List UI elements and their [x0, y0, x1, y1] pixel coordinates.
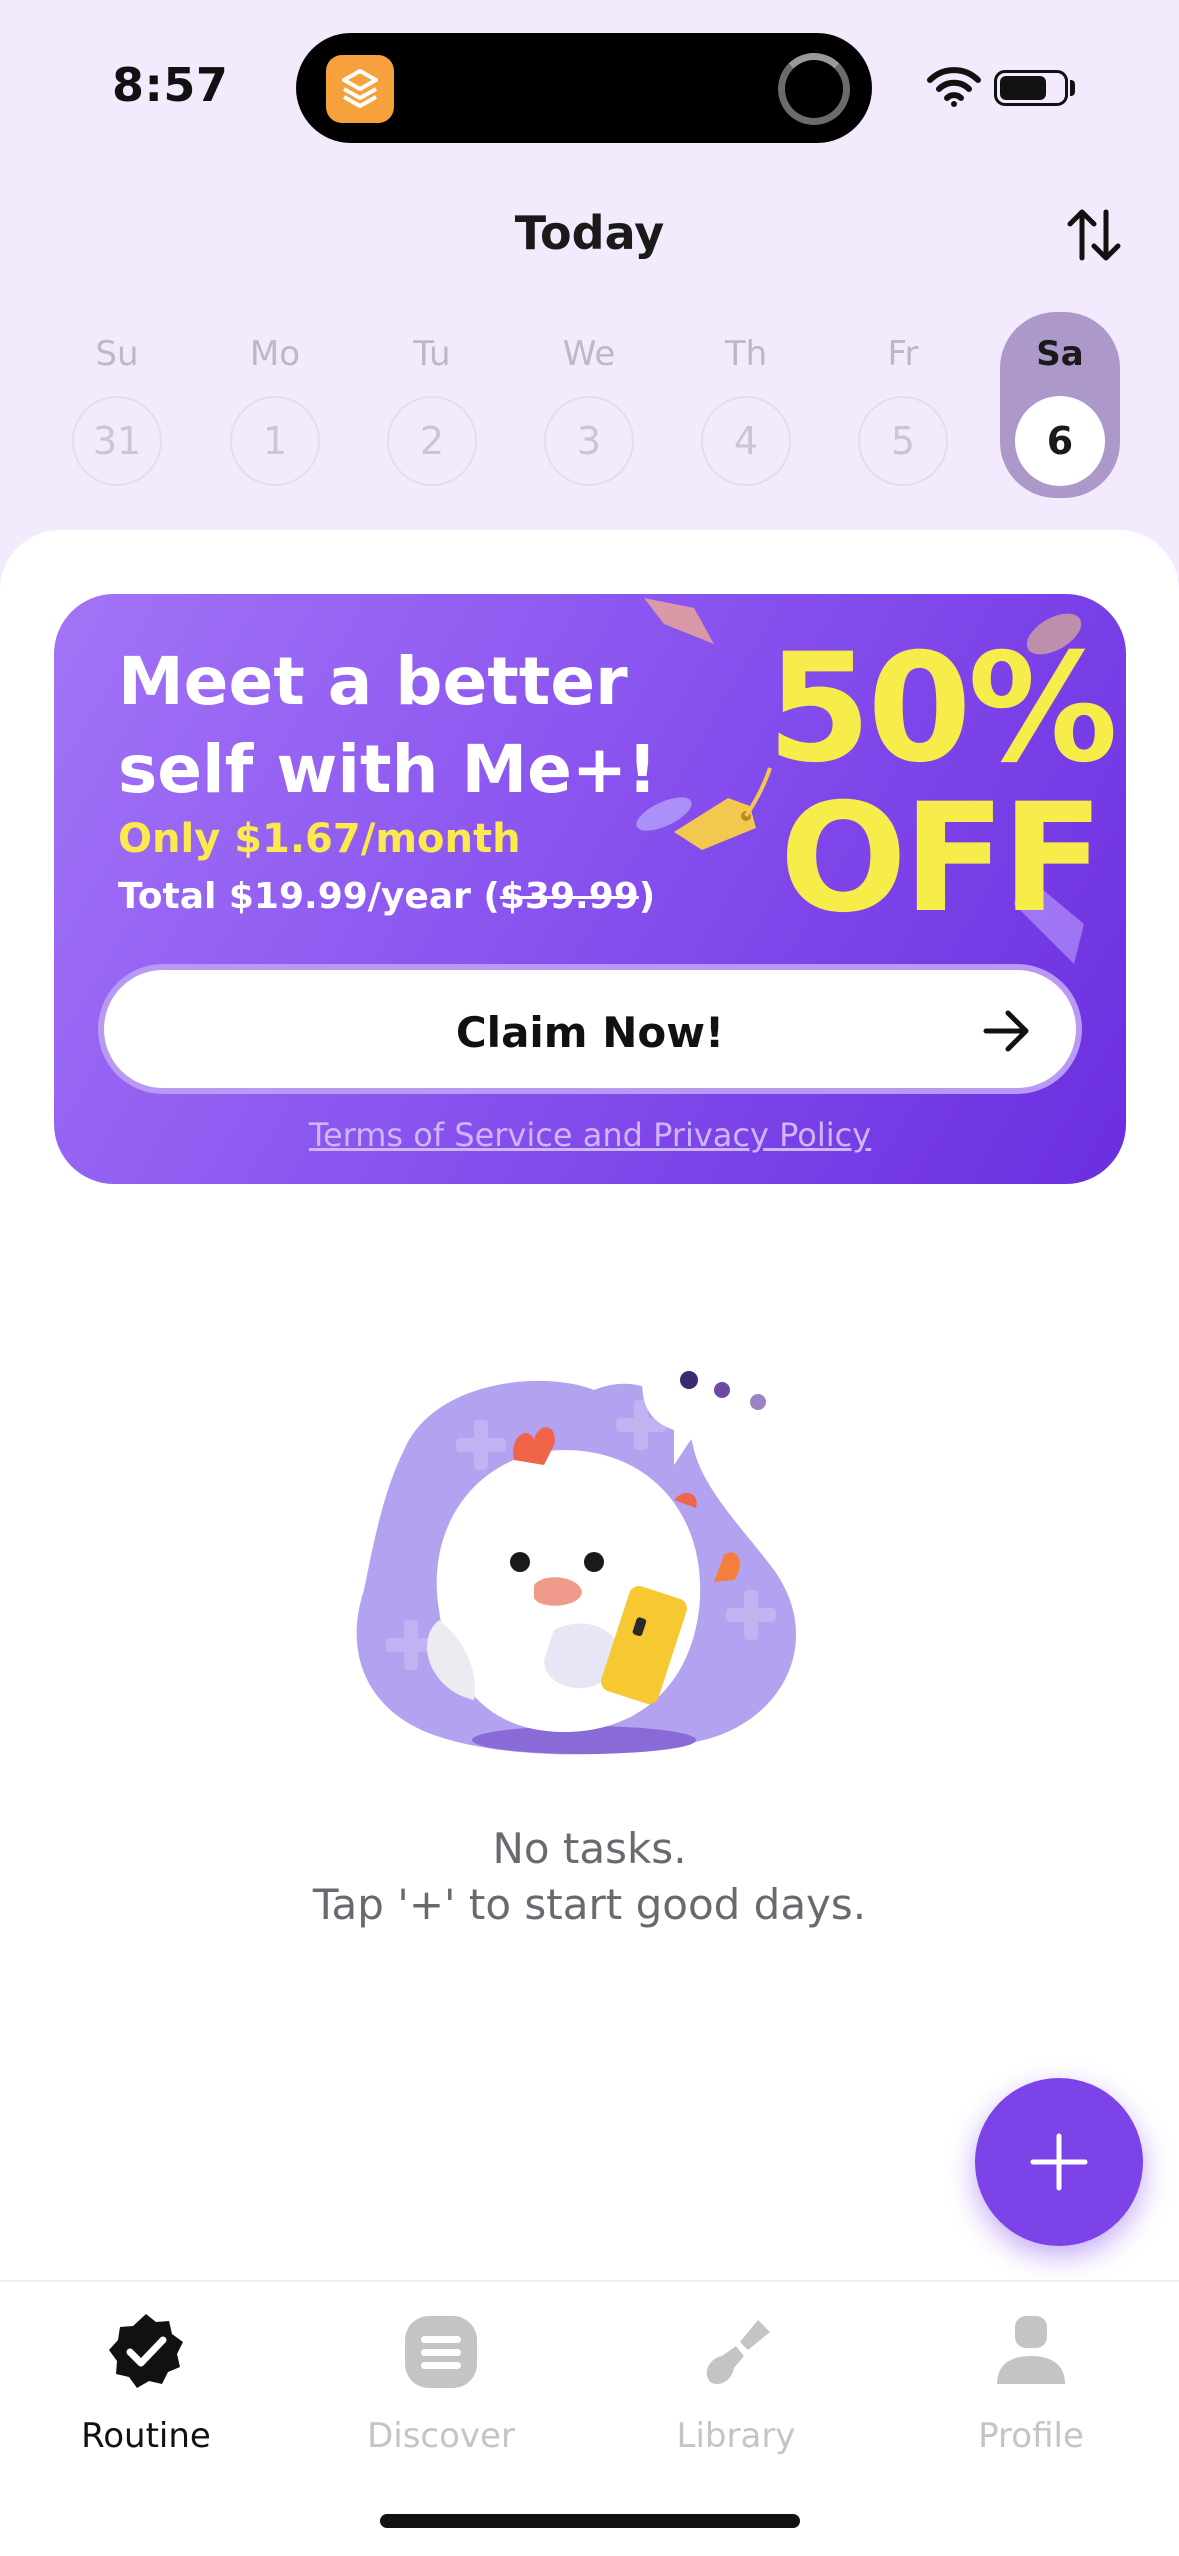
tab-profile[interactable]: Profile: [901, 2312, 1161, 2462]
claim-now-button[interactable]: Claim Now!: [98, 964, 1082, 1094]
plus-icon: [1030, 2133, 1088, 2191]
terms-link[interactable]: Terms of Service and Privacy Policy: [54, 1116, 1126, 1154]
day-date: 5: [858, 396, 948, 486]
add-task-button[interactable]: [975, 2078, 1143, 2246]
claim-now-label: Claim Now!: [455, 1008, 725, 1057]
day-saturday[interactable]: Sa 6: [1000, 312, 1120, 498]
dynamic-island: [296, 33, 872, 143]
day-name: Sa: [1036, 334, 1084, 374]
day-name: Fr: [887, 334, 919, 374]
day-thursday[interactable]: Th 4: [691, 312, 801, 498]
layers-app-icon: [326, 55, 394, 123]
tab-label: Routine: [81, 2416, 211, 2456]
promo-monthly-price: Only $1.67/month: [118, 816, 521, 862]
day-monday[interactable]: Mo 1: [220, 312, 330, 498]
day-name: Th: [724, 334, 768, 374]
day-date: 3: [544, 396, 634, 486]
chicken-mascot-illustration: [356, 1341, 802, 1755]
day-wednesday[interactable]: We 3: [534, 312, 644, 498]
empty-state-hint: Tap '+' to start good days.: [312, 1880, 867, 1929]
arrow-right-icon: [983, 1010, 1029, 1052]
day-name: Su: [95, 334, 139, 374]
wifi-icon: [927, 67, 981, 107]
day-date: 4: [701, 396, 791, 486]
check-badge-icon: [109, 2314, 183, 2388]
day-name: We: [562, 334, 616, 374]
tab-library[interactable]: Library: [606, 2312, 866, 2462]
tab-label: Library: [676, 2416, 796, 2456]
promo-banner[interactable]: Meet a better self with Me+! Only $1.67/…: [54, 594, 1126, 1184]
day-name: Tu: [413, 334, 451, 374]
day-friday[interactable]: Fr 5: [848, 312, 958, 498]
promo-yearly-price: Total $19.99/year ($39.99): [118, 876, 656, 917]
tab-routine[interactable]: Routine: [16, 2312, 276, 2462]
discount-value: 50%: [766, 622, 1118, 796]
day-date: 31: [72, 396, 162, 486]
day-date: 1: [230, 396, 320, 486]
promo-title: Meet a better self with Me+!: [118, 643, 658, 808]
day-tuesday[interactable]: Tu 2: [377, 312, 487, 498]
home-indicator: [380, 2514, 800, 2528]
status-time: 8:57: [112, 58, 229, 112]
day-name: Mo: [249, 334, 301, 374]
page-title: Today: [514, 206, 665, 260]
person-icon: [997, 2316, 1065, 2384]
sort-icon[interactable]: [1066, 206, 1122, 264]
empty-state-title: No tasks.: [492, 1824, 687, 1873]
price-tag-icon: [674, 767, 772, 850]
day-date: 2: [387, 396, 477, 486]
day-sunday[interactable]: Su 31: [62, 312, 172, 498]
battery-icon: [994, 70, 1068, 106]
list-icon: [405, 2316, 477, 2388]
day-date: 6: [1015, 396, 1105, 486]
activity-ring-icon: [778, 53, 850, 125]
tab-discover[interactable]: Discover: [311, 2312, 571, 2462]
brush-icon: [706, 2320, 770, 2385]
original-price: $39.99: [499, 876, 639, 917]
tab-label: Profile: [978, 2416, 1084, 2456]
tab-label: Discover: [367, 2416, 515, 2456]
